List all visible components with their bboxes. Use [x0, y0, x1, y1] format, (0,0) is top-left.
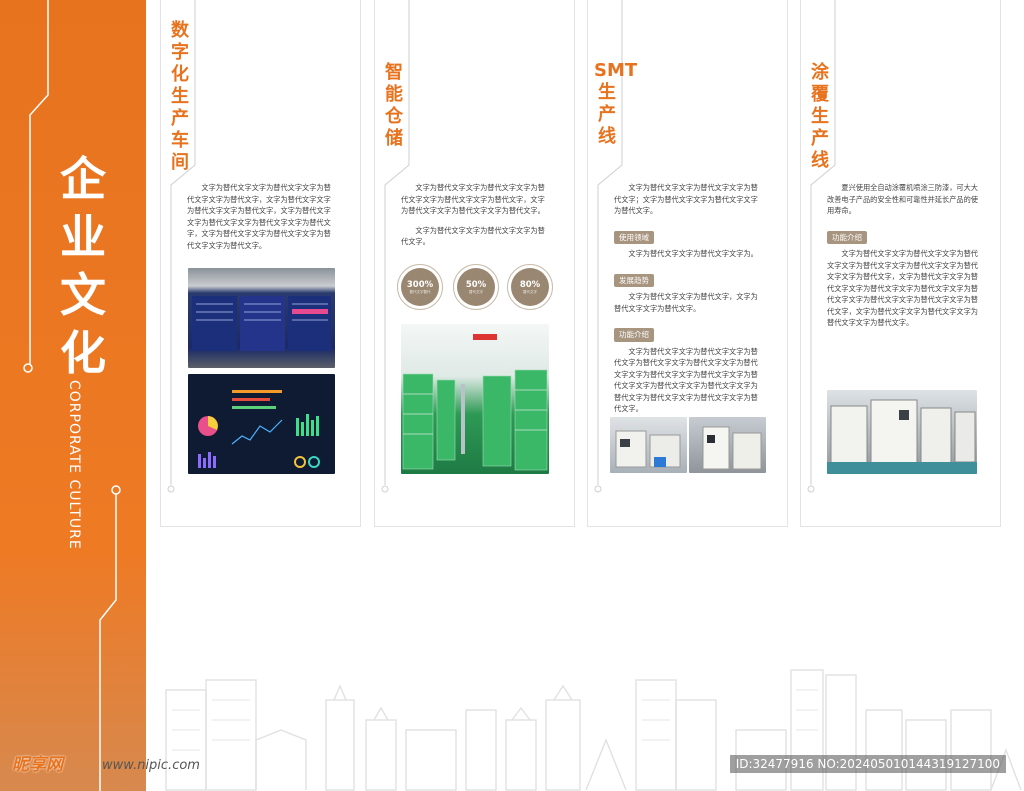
monitoring-dashboard-photo — [188, 268, 335, 368]
watermark-id: ID:32477916 NO:20240501014431912710​0 — [729, 755, 1006, 773]
smt-machine-photo — [689, 417, 766, 473]
watermark-url: www.nipic.com — [102, 758, 200, 773]
section-text: 文字为替代文字文字为替代文字，文字为替代文字文字为替代文字。 — [614, 292, 758, 313]
card-body: 夏兴使用全自动涂覆机喷涂三防漆，可大大改善电子产品的安全性和可靠性并延长产品的使… — [827, 182, 979, 337]
card-title: 数字化生产车间 — [171, 20, 189, 173]
smt-machine-photo — [610, 417, 687, 473]
section-text: 文字为替代文字文字为替代文字文字为替代文字文字为替代文字文字为替代文字文字为替代… — [827, 249, 978, 327]
card-body: 文字为替代文字文字为替代文字文字为替代文字；文字为替代文字文字为替代文字文字为替… — [614, 182, 764, 423]
watermark-logo: 昵享网 — [12, 755, 63, 775]
coating-line-photo — [827, 390, 977, 474]
section-text: 文字为替代文字文字为替代文字文字为。 — [628, 249, 758, 258]
main-title: 企业文化 — [60, 152, 106, 380]
card-smt-line: SMT生产线 文字为替代文字文字为替代文字文字为替代文字；文字为替代文字文字为替… — [587, 0, 788, 527]
section-tag: 使用领域 — [614, 230, 654, 244]
paragraph: 文字为替代文字文字为替代文字文字为替代文字；文字为替代文字文字为替代文字文字为替… — [614, 183, 758, 215]
card-coating-line: 涂覆生产线 夏兴使用全自动涂覆机喷涂三防漆，可大大改善电子产品的安全性和可靠性并… — [800, 0, 1001, 527]
paragraph: 文字为替代文字文字为替代文字文字为替代文字文字为替代文字，文字为替代文字文字为替… — [187, 183, 331, 250]
paragraph: 文字为替代文字文字为替代文字文字为替代文字文字为替代文字文字为替代文字，文字为替… — [401, 183, 545, 215]
card-title: 涂覆生产线 — [811, 62, 829, 171]
section-tag: 功能介绍 — [827, 230, 867, 244]
section-tag: 功能介绍 — [614, 328, 654, 342]
warehouse-photo — [401, 324, 549, 474]
card-title: 智能仓储 — [385, 62, 403, 149]
paragraph: 夏兴使用全自动涂覆机喷涂三防漆，可大大改善电子产品的安全性和可靠性并延长产品的使… — [827, 183, 978, 215]
card-digital-workshop: 数字化生产车间 文字为替代文字文字为替代文字文字为替代文字文字为替代文字，文字为… — [160, 0, 361, 527]
left-banner: 企业文化 CORPORATE CULTURE — [0, 0, 146, 791]
stat-badge: 300% 替代文字替代 — [401, 268, 439, 306]
data-dashboard-photo — [188, 374, 335, 474]
card-smart-warehouse: 智能仓储 文字为替代文字文字为替代文字文字为替代文字文字为替代文字文字为替代文字… — [374, 0, 575, 527]
english-subtitle: CORPORATE CULTURE — [66, 380, 82, 550]
section-tag: 发展趋势 — [614, 273, 654, 287]
card-title: SMT生产线 — [594, 60, 638, 147]
card-body: 文字为替代文字文字为替代文字文字为替代文字文字为替代文字，文字为替代文字文字为替… — [187, 182, 337, 259]
section-text: 文字为替代文字文字为替代文字文字为替代文字为替代文字文字为替代文字文字为替代文字… — [614, 346, 758, 414]
card-body: 文字为替代文字文字为替代文字文字为替代文字文字为替代文字文字为替代文字，文字为替… — [401, 182, 551, 256]
paragraph: 文字为替代文字文字为替代文字文字为替代文字。 — [401, 225, 545, 247]
stat-badge: 50% 替代文字 — [457, 268, 495, 306]
stat-badge: 80% 替代文字 — [511, 268, 549, 306]
